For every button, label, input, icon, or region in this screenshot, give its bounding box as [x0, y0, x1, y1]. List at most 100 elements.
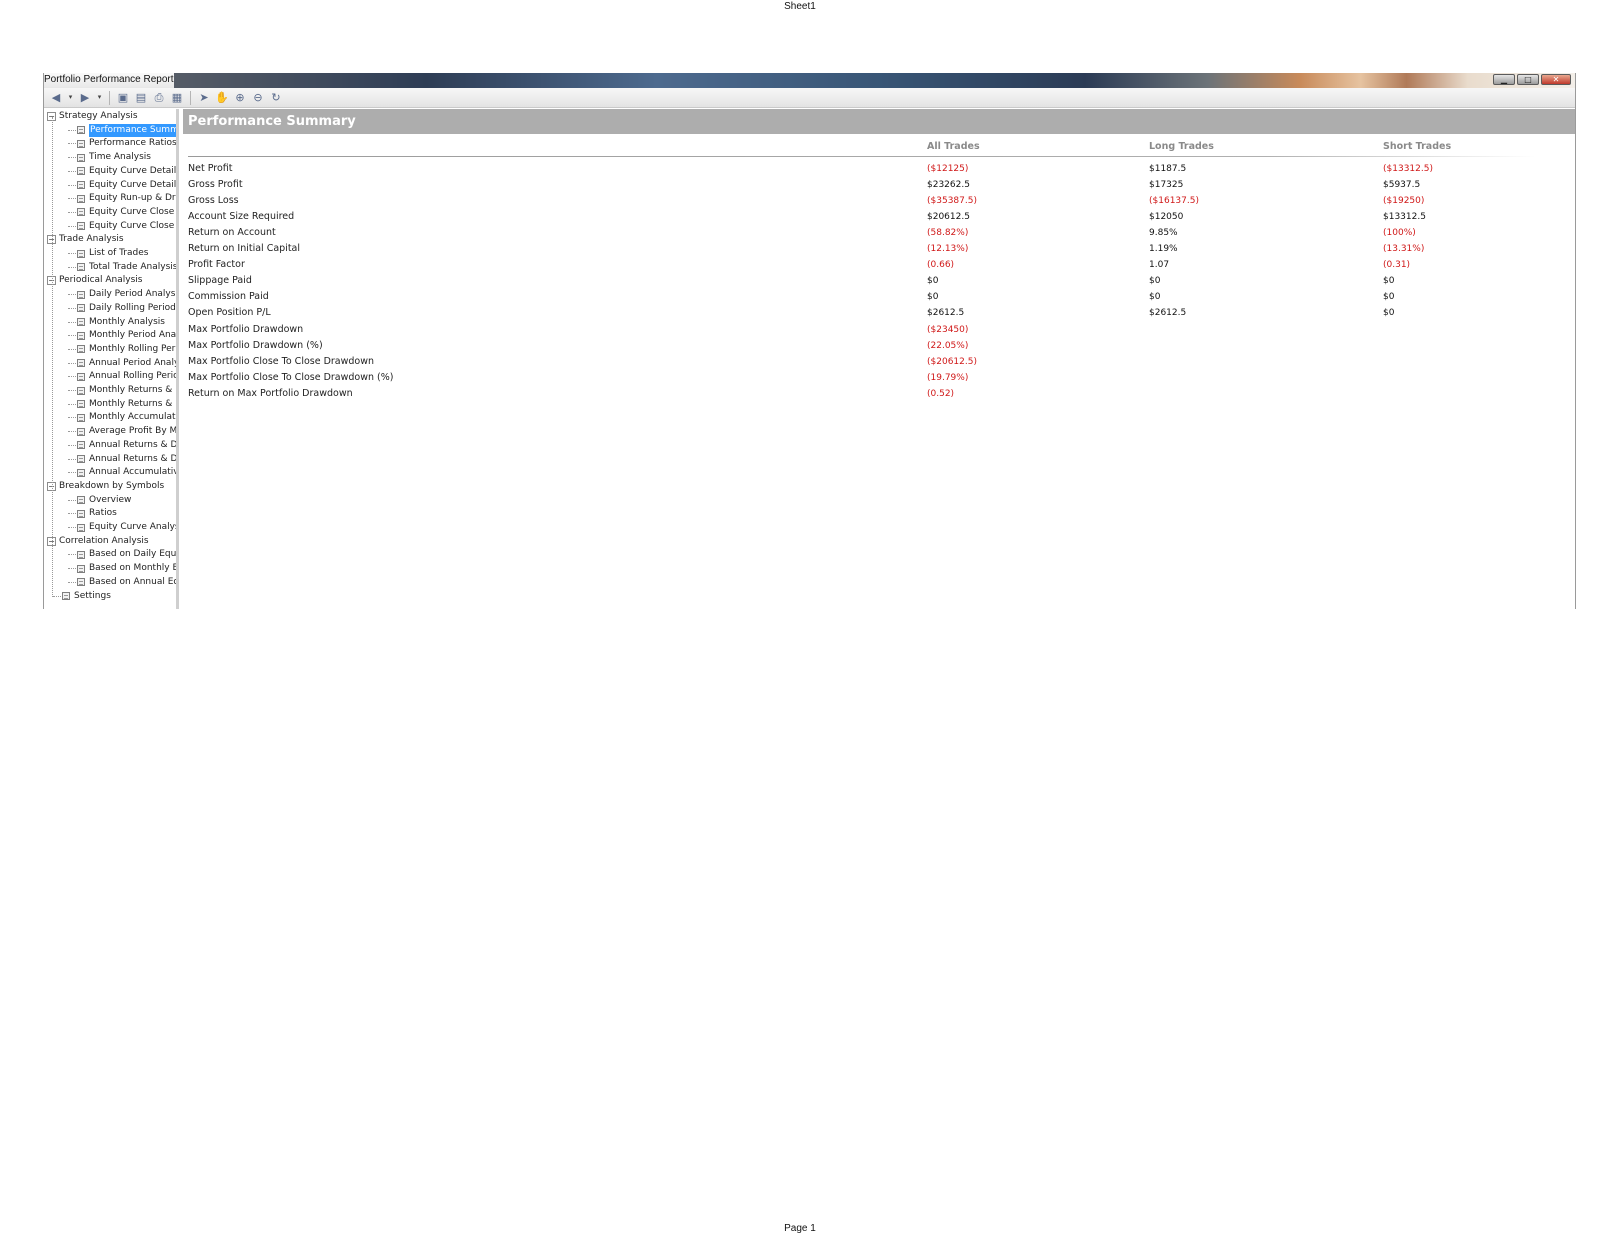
zoom-in-button[interactable]: ⊕ — [232, 90, 248, 106]
forward-dropdown[interactable]: ▾ — [95, 90, 104, 106]
tree-item[interactable]: Monthly Analysis — [68, 316, 165, 329]
tree-item[interactable]: Equity Run-up & Drawdown — [68, 192, 176, 205]
tree-item[interactable]: Equity Curve Detailed — [68, 179, 177, 192]
tree-item-label: Total Trade Analysis — [89, 261, 177, 272]
tree-item-label: Daily Rolling Period Analysis — [89, 302, 176, 313]
save-button[interactable]: ▣ — [115, 90, 131, 106]
tree-item[interactable]: Equity Curve Detailed — [68, 165, 177, 178]
tree-item-label: Monthly Rolling Period — [89, 343, 176, 354]
tree-item[interactable]: Performance Ratios — [68, 137, 176, 150]
tree-item-label: Overview — [89, 494, 132, 505]
export-icon: ▤ — [135, 91, 147, 104]
tree-item[interactable]: Daily Period Analysis — [68, 288, 177, 301]
tree-item[interactable]: Monthly Accumulative — [68, 411, 176, 424]
tree-item[interactable]: Performance Summary — [68, 123, 176, 137]
tree-group[interactable]: − Strategy Analysis — [47, 110, 138, 123]
tree-item-label: Annual Period Analysis — [89, 357, 176, 368]
metric-value-long: ($16137.5) — [1149, 196, 1199, 207]
tree-item[interactable]: Annual Returns & Drawdown — [68, 439, 176, 452]
tree-item[interactable]: Average Profit By Month — [68, 425, 176, 438]
tree-item[interactable]: List of Trades — [68, 247, 148, 260]
metric-label: Profit Factor — [188, 259, 245, 271]
pointer-button[interactable]: ➤ — [196, 90, 212, 106]
close-button[interactable]: ✕ — [1541, 74, 1571, 85]
tree-item[interactable]: Based on Monthly Equity — [68, 562, 176, 575]
print-button[interactable]: ⎙ — [151, 90, 167, 106]
hand-button[interactable]: ✋ — [214, 90, 230, 106]
tree-group[interactable]: − Breakdown by Symbols — [47, 480, 164, 493]
tree-item-label: Time Analysis — [89, 152, 151, 163]
tree-group[interactable]: − Trade Analysis — [47, 233, 124, 246]
maximize-button[interactable]: □ — [1517, 74, 1539, 85]
report-page-icon — [77, 523, 85, 532]
metric-value-short: (13.31%) — [1383, 244, 1425, 255]
close-icon: ✕ — [1552, 74, 1560, 84]
tree-item-label: Annual Returns & Drawdown — [89, 453, 177, 464]
metric-value-all: (22.05%) — [927, 340, 969, 351]
window-controls: ▁ □ ✕ — [1493, 74, 1571, 85]
header-divider — [188, 156, 1535, 157]
tree-item[interactable]: Monthly Returns & Drawdown — [68, 384, 176, 397]
metric-value-all: ($12125) — [927, 164, 969, 174]
column-header-all-trades: All Trades — [927, 141, 980, 152]
metric-value-long: $2612.5 — [1149, 308, 1187, 319]
tree-item-label: Breakdown by Symbols — [59, 480, 165, 491]
tree-item[interactable]: Annual Rolling Period — [68, 370, 176, 383]
tree-group[interactable]: − Correlation Analysis — [47, 535, 149, 548]
metric-value-short: $5937.5 — [1383, 180, 1421, 191]
performance-summary-panel: Performance Summary All Trades Long Trad… — [183, 109, 1575, 609]
back-button[interactable]: ◀ — [48, 90, 64, 106]
back-dropdown[interactable]: ▾ — [66, 90, 75, 106]
report-page-icon — [77, 318, 85, 326]
tree-item[interactable]: Monthly Period Analysis — [68, 329, 177, 342]
tree-item-label: Equity Curve Detailed — [89, 179, 177, 190]
tree-item[interactable]: Overview — [68, 494, 131, 507]
report-page-icon — [77, 427, 85, 436]
metric-label: Return on Account — [188, 227, 276, 239]
minimize-button[interactable]: ▁ — [1493, 74, 1515, 85]
tree-group[interactable]: Settings — [53, 590, 111, 603]
tree-item[interactable]: Equity Curve Close To Close — [68, 206, 176, 219]
report-page-icon — [77, 345, 85, 354]
metric-label: Max Portfolio Drawdown — [188, 323, 304, 335]
tree-item[interactable]: Equity Curve Analysis — [68, 521, 176, 534]
forward-button[interactable]: ▶ — [77, 90, 93, 106]
tree-group[interactable]: − Periodical Analysis — [47, 274, 142, 287]
metric-value-all: (58.82%) — [927, 228, 969, 239]
tree-item-label: Ratios — [89, 508, 117, 519]
report-page-icon — [77, 578, 85, 587]
panel-title: Performance Summary — [188, 114, 356, 129]
tree-item-label: Equity Curve Detailed — [89, 165, 177, 176]
tree-item-label: Daily Period Analysis — [89, 289, 177, 300]
zoom-out-button[interactable]: ⊖ — [250, 90, 266, 106]
tree-item[interactable]: Equity Curve Close To Close — [68, 220, 176, 233]
tree-item-label: Monthly Period Analysis — [89, 330, 177, 341]
metric-value-long: $12050 — [1149, 212, 1184, 223]
tree-item[interactable]: Monthly Rolling Period — [68, 343, 176, 356]
metric-value-short: ($19250) — [1383, 196, 1425, 207]
report-page-icon — [77, 263, 85, 272]
metric-label: Slippage Paid — [188, 275, 252, 287]
tree-item[interactable]: Daily Rolling Period Analysis — [68, 302, 176, 315]
tree-item-label: Strategy Analysis — [59, 111, 138, 121]
tree-item[interactable]: Total Trade Analysis — [68, 261, 177, 274]
tree-item[interactable]: Monthly Returns & Drawdown — [68, 398, 176, 411]
tree-item[interactable]: Based on Daily Equity — [68, 548, 176, 561]
zoom-reset-button[interactable]: ↻ — [268, 90, 284, 106]
tree-item[interactable]: Based on Annual Equity — [68, 576, 176, 589]
tree-item[interactable]: Annual Accumulative — [68, 466, 176, 479]
metric-value-short: $13312.5 — [1383, 212, 1426, 223]
metric-value-all: (12.13%) — [927, 244, 969, 255]
tree-item[interactable]: Time Analysis — [68, 151, 151, 164]
metric-value-all: $2612.5 — [927, 308, 965, 319]
tree-item-label: Based on Annual Equity — [89, 576, 176, 587]
export-button[interactable]: ▤ — [133, 90, 149, 106]
tree-item[interactable]: Ratios — [68, 507, 117, 520]
metric-value-all: (0.52) — [927, 388, 955, 399]
metric-value-long: $0 — [1149, 292, 1161, 303]
metric-value-long: 9.85% — [1149, 228, 1178, 239]
metric-label: Max Portfolio Drawdown (%) — [188, 339, 323, 351]
page-setup-button[interactable]: ▦ — [169, 90, 185, 106]
tree-item[interactable]: Annual Period Analysis — [68, 357, 176, 370]
tree-item[interactable]: Annual Returns & Drawdown — [68, 453, 177, 466]
